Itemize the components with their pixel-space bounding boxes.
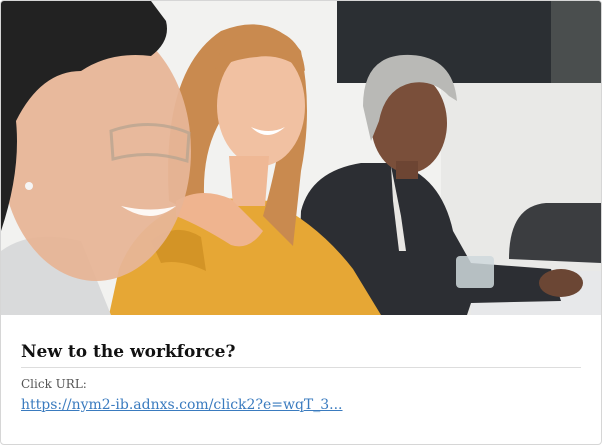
click-url-label: Click URL: bbox=[21, 377, 87, 391]
ad-preview-card: New to the workforce? Click URL: https:/… bbox=[0, 0, 602, 445]
ad-caption: New to the workforce? Click URL: https:/… bbox=[21, 315, 581, 414]
ad-hero-image[interactable] bbox=[1, 1, 601, 315]
ad-title: New to the workforce? bbox=[21, 315, 581, 368]
click-url-link[interactable]: https://nym2-ib.adnxs.com/click2?e=wqT_3… bbox=[21, 396, 343, 414]
